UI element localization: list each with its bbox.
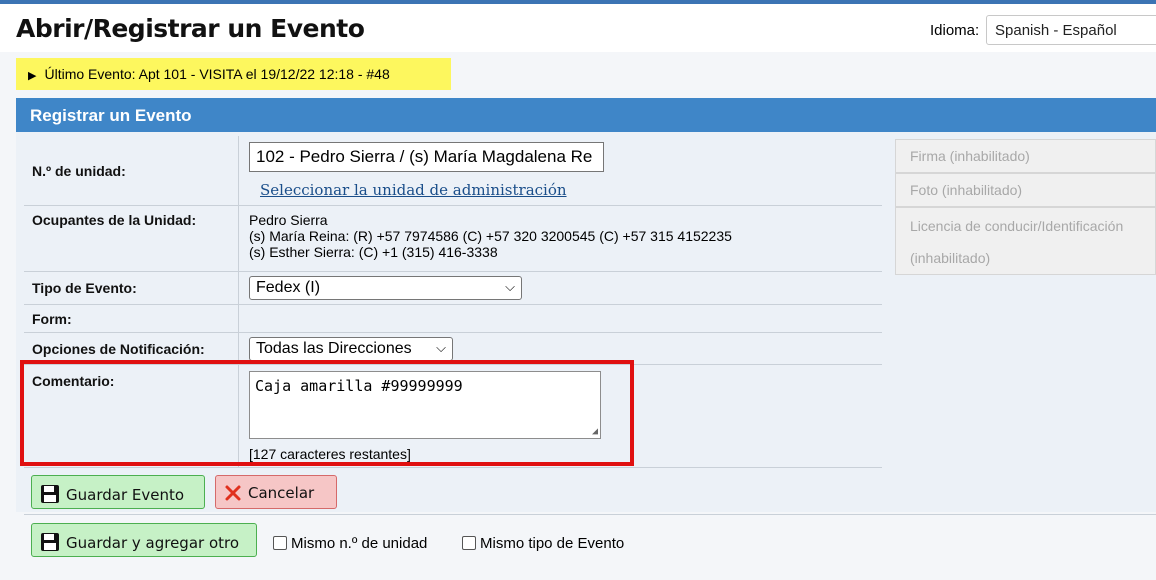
column-divider	[238, 206, 239, 271]
form-row: Form:	[24, 305, 882, 333]
column-divider	[238, 272, 239, 304]
floppy-disk-icon	[40, 532, 60, 556]
expand-triangle-icon[interactable]: ▶	[28, 70, 36, 82]
save-and-add-label: Guardar y agregar otro	[66, 534, 240, 552]
notification-value: Todas las Direcciones	[256, 340, 412, 357]
language-select[interactable]: Spanish - Español	[986, 15, 1156, 45]
notification-select[interactable]: Todas las Direcciones ⌵	[249, 337, 453, 361]
event-type-select[interactable]: Fedex (I) ⌵	[249, 276, 522, 300]
page-title: Abrir/Registrar un Evento	[16, 14, 365, 43]
cancel-label: Cancelar	[248, 484, 315, 502]
save-event-label: Guardar Evento	[66, 486, 185, 504]
last-event-text: Último Evento: Apt 101 - VISITA el 19/12…	[44, 66, 390, 82]
license-button-status: (inhabilitado)	[910, 250, 991, 266]
save-and-add-button[interactable]: Guardar y agregar otro	[31, 523, 257, 557]
notification-label: Opciones de Notificación:	[32, 341, 205, 357]
column-divider	[238, 305, 239, 332]
event-type-label: Tipo de Evento:	[32, 280, 137, 296]
same-unit-label: Mismo n.º de unidad	[291, 535, 428, 552]
save-event-button[interactable]: Guardar Evento	[31, 475, 205, 509]
chevron-down-icon: ⌵	[436, 340, 446, 355]
unit-label: N.º de unidad:	[32, 163, 126, 179]
page-header: Abrir/Registrar un Evento Idioma: Spanis…	[0, 4, 1156, 52]
close-icon	[224, 484, 242, 506]
same-type-checkbox[interactable]: Mismo tipo de Evento	[462, 535, 624, 552]
occupant-line: (s) Esther Sierra: (C) +1 (315) 416-3338	[249, 244, 498, 260]
occupants-label: Ocupantes de la Unidad:	[32, 212, 197, 228]
unit-input[interactable]: 102 - Pedro Sierra / (s) María Magdalena…	[249, 142, 604, 172]
photo-button[interactable]: Foto (inhabilitado)	[895, 173, 1156, 207]
same-type-label: Mismo tipo de Evento	[480, 535, 625, 552]
floppy-disk-icon	[40, 484, 60, 508]
same-unit-checkbox[interactable]: Mismo n.º de unidad	[273, 535, 427, 552]
checkbox-box[interactable]	[462, 536, 476, 550]
checkbox-box[interactable]	[273, 536, 287, 550]
select-admin-unit-link[interactable]: Seleccionar la unidad de administración	[260, 181, 567, 199]
occupant-line: Pedro Sierra	[249, 212, 328, 228]
panel-title: Registrar un Evento	[16, 98, 1156, 132]
occupants-list: Pedro Sierra (s) María Reina: (R) +57 79…	[249, 212, 732, 260]
highlight-annotation	[20, 360, 634, 466]
form-label: Form:	[32, 311, 72, 327]
chevron-down-icon: ⌵	[505, 279, 515, 294]
occupant-line: (s) María Reina: (R) +57 7974586 (C) +57…	[249, 228, 732, 244]
license-button-label: Licencia de conducir/Identificación	[910, 218, 1124, 234]
column-divider	[238, 136, 239, 205]
signature-button[interactable]: Firma (inhabilitado)	[895, 139, 1156, 173]
section-divider	[24, 514, 1156, 515]
license-button[interactable]: Licencia de conducir/Identificación (inh…	[895, 207, 1156, 275]
language-label: Idioma:	[930, 22, 980, 39]
event-type-value: Fedex (I)	[256, 279, 321, 296]
cancel-button[interactable]: Cancelar	[215, 475, 337, 509]
last-event-banner[interactable]: ▶ Último Evento: Apt 101 - VISITA el 19/1…	[16, 58, 451, 90]
